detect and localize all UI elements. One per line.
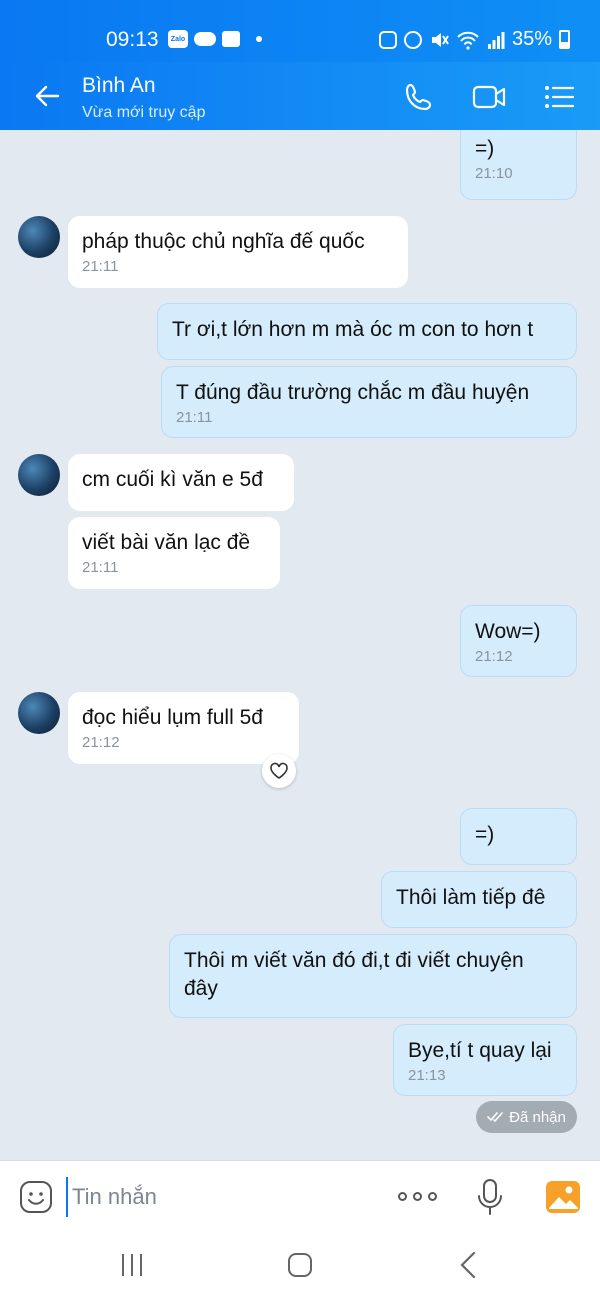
message-time: 21:11 bbox=[82, 258, 119, 276]
message-time: 21:12 bbox=[82, 734, 120, 752]
contact-status: Vừa mới truy cập bbox=[82, 104, 206, 121]
message-text: pháp thuộc chủ nghĩa đế quốc bbox=[82, 230, 365, 253]
back-arrow-icon[interactable] bbox=[28, 76, 68, 116]
heart-icon bbox=[270, 762, 288, 779]
message-time: 21:10 bbox=[475, 165, 513, 183]
message-text: viết bài văn lạc đề bbox=[82, 531, 251, 554]
message-bubble-outgoing[interactable]: =) bbox=[460, 808, 577, 865]
message-time: 21:11 bbox=[176, 409, 213, 427]
image-gallery-icon[interactable] bbox=[545, 1179, 581, 1215]
phone-call-icon[interactable] bbox=[398, 76, 440, 118]
status-bar: 09:13 Zalo 35% bbox=[0, 0, 600, 62]
message-text: Bye,tí t quay lại bbox=[408, 1039, 552, 1062]
dot-icon bbox=[398, 1191, 407, 1201]
message-text: T đúng đầu trường chắc m đầu huyện bbox=[176, 381, 530, 404]
more-options-button[interactable] bbox=[398, 1189, 438, 1203]
system-navigation-bar bbox=[0, 1230, 600, 1300]
message-bubble-outgoing[interactable]: Wow=) 21:12 bbox=[460, 605, 577, 677]
message-bubble-incoming[interactable]: đọc hiểu lụm full 5đ 21:12 bbox=[68, 692, 299, 764]
message-bubble-incoming[interactable]: viết bài văn lạc đề 21:11 bbox=[68, 517, 280, 589]
message-text: Thôi m viết văn đó đi,t đi viết chuyện đ… bbox=[184, 949, 524, 1001]
battery-level-fill bbox=[561, 41, 568, 47]
contact-avatar[interactable] bbox=[18, 692, 60, 734]
status-time: 09:13 bbox=[106, 28, 159, 51]
message-text: Thôi làm tiếp đê bbox=[396, 886, 546, 909]
home-icon[interactable] bbox=[280, 1248, 320, 1282]
message-bubble-outgoing[interactable]: Thôi m viết văn đó đi,t đi viết chuyện đ… bbox=[169, 934, 577, 1018]
more-notifications-dot-icon bbox=[256, 36, 262, 42]
notification-icons: Zalo bbox=[168, 30, 262, 48]
message-list[interactable]: =) 21:10 pháp thuộc chủ nghĩa đế quốc 21… bbox=[0, 130, 600, 1160]
reaction-heart-button[interactable] bbox=[262, 754, 296, 788]
contact-avatar[interactable] bbox=[18, 216, 60, 258]
alarm-icon bbox=[403, 30, 422, 49]
mute-icon bbox=[431, 32, 449, 47]
gallery-notification-icon bbox=[222, 31, 240, 47]
message-text: cm cuối kì văn e 5đ bbox=[82, 468, 263, 491]
video-call-icon[interactable] bbox=[468, 76, 510, 118]
delivery-status-badge: Đã nhận bbox=[476, 1101, 577, 1133]
message-text: =) bbox=[475, 823, 495, 846]
message-text: Tr ơi,t lớn hơn m mà óc m con to hơn t bbox=[172, 318, 534, 341]
message-text: Wow=) bbox=[475, 620, 541, 643]
dot-icon bbox=[428, 1191, 437, 1201]
message-bubble-incoming[interactable]: cm cuối kì văn e 5đ bbox=[68, 454, 294, 511]
message-time: 21:13 bbox=[408, 1067, 446, 1085]
message-time: 21:11 bbox=[82, 559, 119, 577]
recent-apps-icon[interactable] bbox=[112, 1248, 152, 1282]
message-bubble-outgoing[interactable]: =) 21:10 bbox=[460, 130, 577, 200]
message-time: 21:12 bbox=[475, 648, 513, 666]
back-nav-icon[interactable] bbox=[448, 1248, 488, 1282]
sticker-emoji-icon[interactable] bbox=[18, 1179, 54, 1215]
wifi-icon bbox=[457, 31, 479, 50]
message-input[interactable] bbox=[66, 1177, 366, 1217]
message-text: đọc hiểu lụm full 5đ bbox=[82, 706, 263, 729]
message-bubble-outgoing[interactable]: T đúng đầu trường chắc m đầu huyện 21:11 bbox=[161, 366, 577, 438]
battery-icon bbox=[559, 30, 570, 49]
message-bubble-outgoing[interactable]: Tr ơi,t lớn hơn m mà óc m con to hơn t bbox=[157, 303, 577, 360]
message-bubble-outgoing[interactable]: Bye,tí t quay lại 21:13 bbox=[393, 1024, 577, 1096]
chat-header: Bình An Vừa mới truy cập bbox=[0, 62, 600, 130]
lock-icon bbox=[378, 30, 397, 49]
message-composer bbox=[0, 1160, 600, 1230]
microphone-icon[interactable] bbox=[476, 1177, 504, 1217]
battery-percent: 35% bbox=[511, 28, 552, 50]
contact-name[interactable]: Bình An bbox=[82, 74, 156, 98]
message-text: =) bbox=[475, 137, 495, 160]
zalo-notification-icon: Zalo bbox=[168, 30, 188, 48]
double-check-icon bbox=[487, 1112, 503, 1123]
system-icons: 35% bbox=[378, 28, 570, 51]
contact-avatar[interactable] bbox=[18, 454, 60, 496]
dot-icon bbox=[413, 1191, 422, 1201]
cloud-icon bbox=[194, 32, 216, 46]
menu-list-icon[interactable] bbox=[538, 76, 580, 118]
delivery-status-text: Đã nhận bbox=[509, 1108, 566, 1126]
message-bubble-outgoing[interactable]: Thôi làm tiếp đê bbox=[381, 871, 577, 928]
message-bubble-incoming[interactable]: pháp thuộc chủ nghĩa đế quốc 21:11 bbox=[68, 216, 408, 288]
signal-icon bbox=[487, 31, 505, 49]
